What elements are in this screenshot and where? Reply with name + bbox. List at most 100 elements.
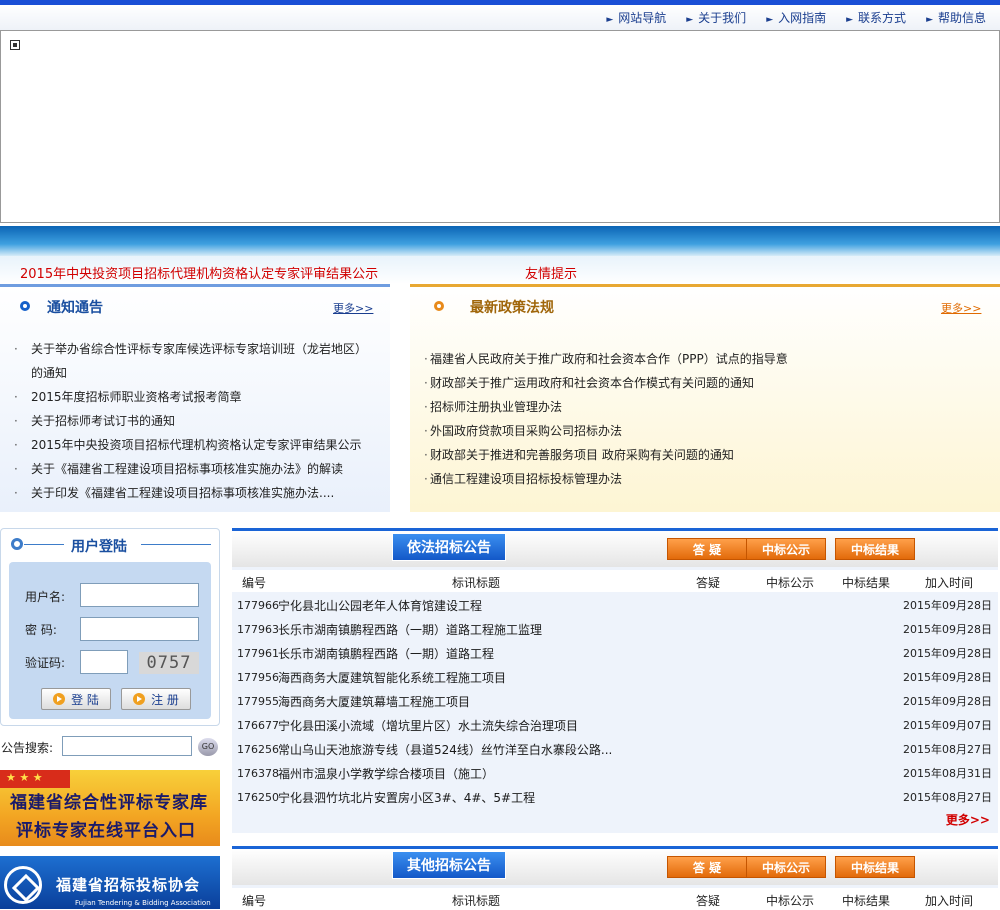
expert-platform-banner[interactable]: 福建省综合性评标专家库 评标专家在线平台入口: [0, 770, 220, 846]
arrow-icon: ►: [766, 15, 774, 25]
qa-button[interactable]: 答 疑: [667, 538, 747, 560]
list-item[interactable]: 通信工程建设项目招标投标管理办法: [424, 467, 984, 491]
list-item[interactable]: 外国政府贷款项目采购公司招标办法: [424, 419, 984, 443]
list-item[interactable]: 关于印发《福建省工程建设项目招标事项核准实施办法....: [14, 481, 374, 505]
list-item[interactable]: 关于举办省综合性评标专家库候选评标专家培训班（龙岩地区）的通知: [14, 337, 374, 385]
col-title: 标讯标题: [452, 576, 501, 590]
table-header: 编号 标讯标题 答疑 中标公示 中标结果 加入时间: [232, 888, 998, 910]
search-label: 公告搜索:: [1, 741, 54, 755]
banner-placeholder: [0, 30, 1000, 223]
legal-bidding-tab[interactable]: 依法招标公告: [392, 533, 506, 561]
bullet-circle-icon: [20, 301, 30, 311]
col-date: 加入时间: [925, 576, 974, 590]
register-button[interactable]: 注 册: [121, 688, 191, 710]
other-bidding-section: 其他招标公告 答 疑 中标公示 中标结果 编号 标讯标题 答疑 中标公示 中标结…: [232, 846, 998, 910]
login-button[interactable]: 登 陆: [41, 688, 111, 710]
bullet-circle-icon: [434, 301, 444, 311]
legal-bidding-section: 依法招标公告 答 疑 中标公示 中标结果 编号 标讯标题 答疑 中标公示 中标结…: [232, 528, 998, 833]
qa-button[interactable]: 答 疑: [667, 856, 747, 878]
list-item[interactable]: 招标师注册执业管理办法: [424, 395, 984, 419]
award-notice-button[interactable]: 中标公示: [746, 538, 826, 560]
password-label: 密 码:: [25, 623, 57, 637]
username-field[interactable]: [80, 583, 199, 607]
policy-header: 最新政策法规 更多>>: [410, 287, 1000, 323]
award-result-button[interactable]: 中标结果: [835, 538, 915, 560]
col-qa: 答疑: [696, 894, 721, 908]
policy-list: 福建省人民政府关于推广政府和社会资本合作（PPP）试点的指导意 财政部关于推广运…: [424, 347, 984, 491]
flag-decoration: [0, 770, 70, 788]
award-notice-button[interactable]: 中标公示: [746, 856, 826, 878]
policy-more-link[interactable]: 更多>>: [941, 300, 981, 316]
notice-panel: 通知通告 更多>> 关于举办省综合性评标专家库候选评标专家培训班（龙岩地区）的通…: [0, 284, 390, 512]
award-result-button[interactable]: 中标结果: [835, 856, 915, 878]
table-body: 177966 宁化县北山公园老年人体育馆建设工程 2015年09月28日 17796…: [232, 594, 998, 810]
col-award-result: 中标结果: [842, 576, 891, 590]
col-award-notice: 中标公示: [766, 576, 815, 590]
broken-image-icon: [10, 40, 20, 50]
login-header: 用户登陆: [1, 529, 219, 561]
table-row[interactable]: 177955 海西商务大厦建筑幕墙工程施工项目 2015年09月28日: [232, 690, 998, 714]
arrow-icon: ►: [686, 15, 694, 25]
captcha-field[interactable]: [80, 650, 128, 674]
nav-site-map[interactable]: ► 网站导航: [606, 9, 666, 26]
other-bidding-tab[interactable]: 其他招标公告: [392, 851, 506, 879]
association-logo-icon: [4, 866, 42, 904]
notice-more-link[interactable]: 更多>>: [333, 300, 373, 316]
captcha-image[interactable]: 0757: [139, 652, 199, 674]
legal-more-link[interactable]: 更多>>: [946, 811, 990, 828]
table-row[interactable]: 177956 海西商务大厦建筑智能化系统工程施工项目 2015年09月28日: [232, 666, 998, 690]
tip-link[interactable]: 友情提示: [525, 263, 577, 282]
col-id: 编号: [242, 894, 267, 908]
blue-band: [0, 226, 1000, 256]
col-title: 标讯标题: [452, 894, 501, 908]
captcha-label: 验证码:: [25, 656, 66, 670]
login-ring-icon: [11, 538, 23, 550]
list-item[interactable]: 财政部关于推进和完善服务项目 政府采购有关问题的通知: [424, 443, 984, 467]
policy-panel: 最新政策法规 更多>> 福建省人民政府关于推广政府和社会资本合作（PPP）试点的…: [410, 284, 1000, 512]
divider: [141, 544, 211, 545]
notice-list: 关于举办省综合性评标专家库候选评标专家培训班（龙岩地区）的通知 2015年度招标…: [14, 337, 374, 505]
list-item[interactable]: 福建省人民政府关于推广政府和社会资本合作（PPP）试点的指导意: [424, 347, 984, 371]
col-date: 加入时间: [925, 894, 974, 908]
association-banner[interactable]: 福建省招标投标协会 Fujian Tendering & Bidding Ass…: [0, 856, 220, 909]
arrow-icon: ►: [606, 15, 614, 25]
col-qa: 答疑: [696, 576, 721, 590]
top-navigation: ► 网站导航 ► 关于我们 ► 入网指南 ► 联系方式 ► 帮助信息: [0, 5, 1000, 30]
password-field[interactable]: [80, 617, 199, 641]
search-input[interactable]: [62, 736, 192, 756]
list-item[interactable]: 2015年中央投资项目招标代理机构资格认定专家评审结果公示: [14, 433, 374, 457]
search-go-button[interactable]: GO: [198, 738, 218, 756]
table-row[interactable]: 176677 宁化县田溪小流域（增坑里片区）水土流失综合治理项目 2015年09月0…: [232, 714, 998, 738]
col-award-notice: 中标公示: [766, 894, 815, 908]
list-item[interactable]: 2015年度招标师职业资格考试报考简章: [14, 385, 374, 409]
list-item[interactable]: 财政部关于推广运用政府和社会资本合作模式有关问题的通知: [424, 371, 984, 395]
login-form: 用户名: 密 码: 验证码: 0757 登 陆 注 册: [9, 562, 211, 719]
list-item[interactable]: 关于招标师考试订书的通知: [14, 409, 374, 433]
table-row[interactable]: 177961 长乐市湖南镇鹏程西路（一期）道路工程 2015年09月28日: [232, 642, 998, 666]
nav-join-guide[interactable]: ► 入网指南: [766, 9, 826, 26]
table-row[interactable]: 177963 长乐市湖南镇鹏程西路（一期）道路工程施工监理 2015年09月28日: [232, 618, 998, 642]
table-row[interactable]: 176250 宁化县泗竹坑北片安置房小区3#、4#、5#工程 2015年08月27日: [232, 786, 998, 810]
nav-help[interactable]: ► 帮助信息: [926, 9, 986, 26]
banner-line-1: 福建省综合性评标专家库: [10, 793, 208, 813]
table-row[interactable]: 176256 常山乌山天池旅游专线（县道524线）丝竹洋至白水寨段公路... 201…: [232, 738, 998, 762]
nav-about-us[interactable]: ► 关于我们: [686, 9, 746, 26]
association-name-en: Fujian Tendering & Bidding Association: [75, 899, 211, 907]
table-row[interactable]: 176378 福州市温泉小学教学综合楼项目（施工） 2015年08月31日: [232, 762, 998, 786]
headline-link[interactable]: 2015年中央投资项目招标代理机构资格认定专家评审结果公示: [20, 263, 378, 282]
scrolling-news: 2015年中央投资项目招标代理机构资格认定专家评审结果公示 友情提示: [0, 256, 1000, 284]
username-label: 用户名:: [25, 590, 66, 604]
association-name: 福建省招标投标协会: [56, 876, 201, 894]
table-header: 编号 标讯标题 答疑 中标公示 中标结果 加入时间: [232, 570, 998, 592]
list-item[interactable]: 关于《福建省工程建设项目招标事项核准实施办法》的解读: [14, 457, 374, 481]
notice-search: 公告搜索: GO: [0, 736, 220, 758]
nav-contact[interactable]: ► 联系方式: [846, 9, 906, 26]
divider: [24, 544, 64, 545]
arrow-icon: ►: [846, 15, 854, 25]
play-icon: [133, 693, 146, 705]
notice-title: 通知通告: [47, 300, 103, 316]
table-row[interactable]: 177966 宁化县北山公园老年人体育馆建设工程 2015年09月28日: [232, 594, 998, 618]
login-panel: 用户登陆 用户名: 密 码: 验证码: 0757 登 陆 注 册: [0, 528, 220, 726]
col-award-result: 中标结果: [842, 894, 891, 908]
banner-line-2: 评标专家在线平台入口: [16, 821, 196, 841]
